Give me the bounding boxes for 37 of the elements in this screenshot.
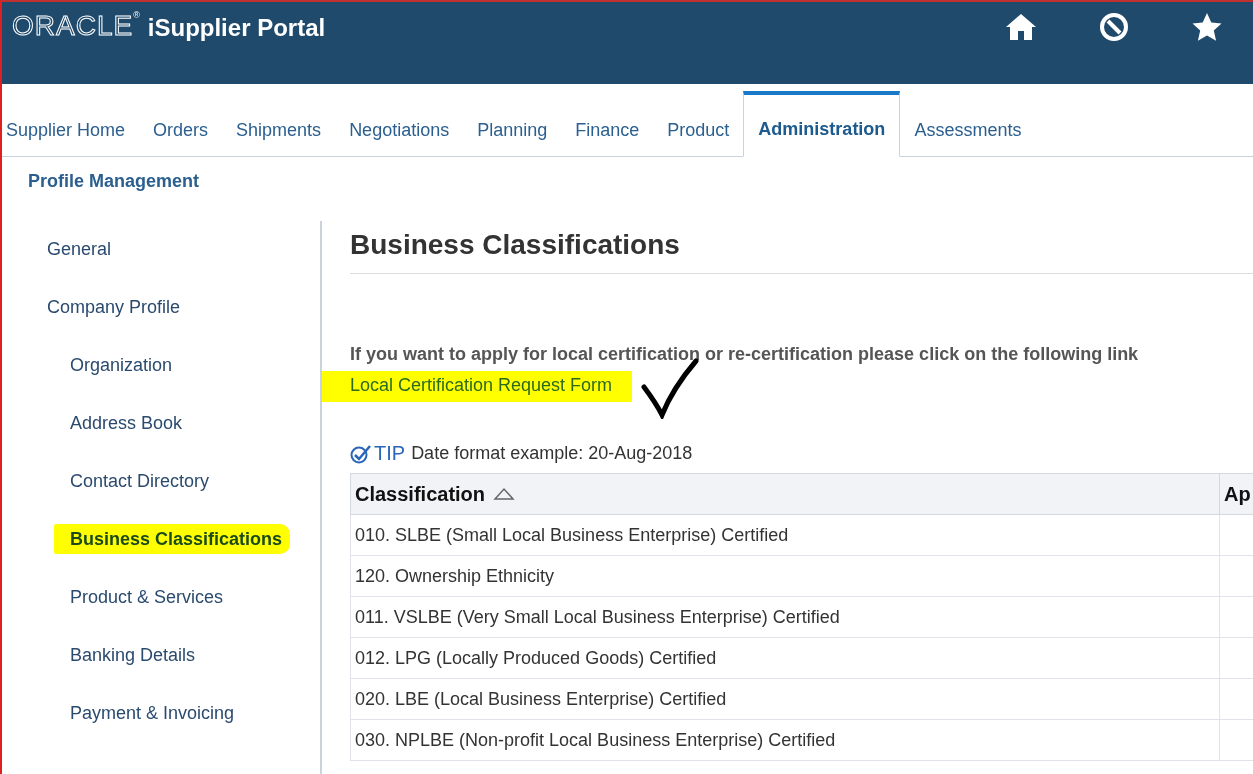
table-cell: 011. VSLBE (Very Small Local Business Enterprise) Certified xyxy=(350,596,1220,638)
table-cell: 010. SLBE (Small Local Business Enterprise) Certified xyxy=(350,514,1220,556)
sidebar-item[interactable]: General xyxy=(47,238,112,260)
sidebar-item[interactable]: Company Profile xyxy=(47,296,181,318)
nav-tab[interactable]: Supplier Home xyxy=(2,120,140,156)
column-header[interactable]: Ap xyxy=(1219,473,1253,515)
tip-check-icon xyxy=(350,443,372,464)
sidebar-item[interactable]: Address Book xyxy=(70,412,183,434)
instruction-text: If you want to apply for local certification or re-certification please click on the following link xyxy=(350,344,1140,365)
tip-label: TIP xyxy=(374,442,406,465)
nav-tab[interactable]: Orders xyxy=(139,120,223,156)
table-cell: 012. LPG (Locally Produced Goods) Certified xyxy=(350,637,1220,679)
subtab-link[interactable]: Profile Management xyxy=(28,171,200,191)
tip-text: Date format example: 20-Aug-2018 xyxy=(411,443,693,464)
table-cell: 030. NPLBE (Non-profit Local Business Enterprise) Certified xyxy=(350,719,1220,761)
nav-tab[interactable]: Shipments xyxy=(222,120,336,156)
nav-tab[interactable]: Finance xyxy=(561,120,654,156)
sidebar-item[interactable]: Contact Directory xyxy=(70,470,210,492)
column-header[interactable]: Classification xyxy=(350,473,1220,515)
nav-tab[interactable]: Planning xyxy=(463,120,562,156)
sidebar-item[interactable]: Banking Details xyxy=(70,644,196,666)
table-cell: 020. LBE (Local Business Enterprise) Certified xyxy=(350,678,1220,720)
portal-title: iSupplier Portal xyxy=(147,14,326,42)
table-cell: 120. Ownership Ethnicity xyxy=(350,555,1220,597)
star-icon[interactable] xyxy=(1191,12,1223,42)
oracle-logo: ORACLE xyxy=(12,10,134,42)
nav-tab[interactable]: Administration xyxy=(743,91,901,157)
nav-tab[interactable]: Negotiations xyxy=(335,120,464,156)
sidebar-item[interactable]: Product & Services xyxy=(70,586,224,608)
sidebar-item[interactable]: Organization xyxy=(70,354,173,376)
nav-tab[interactable]: Assessments xyxy=(900,120,1036,156)
registered-mark: ® xyxy=(133,10,140,20)
nav-tab[interactable]: Product xyxy=(653,120,744,156)
page-title: Business Classifications xyxy=(350,229,1253,274)
home-icon[interactable] xyxy=(1005,12,1037,42)
sort-icon[interactable] xyxy=(493,486,516,501)
sidebar-item[interactable]: Payment & Invoicing xyxy=(70,702,235,724)
